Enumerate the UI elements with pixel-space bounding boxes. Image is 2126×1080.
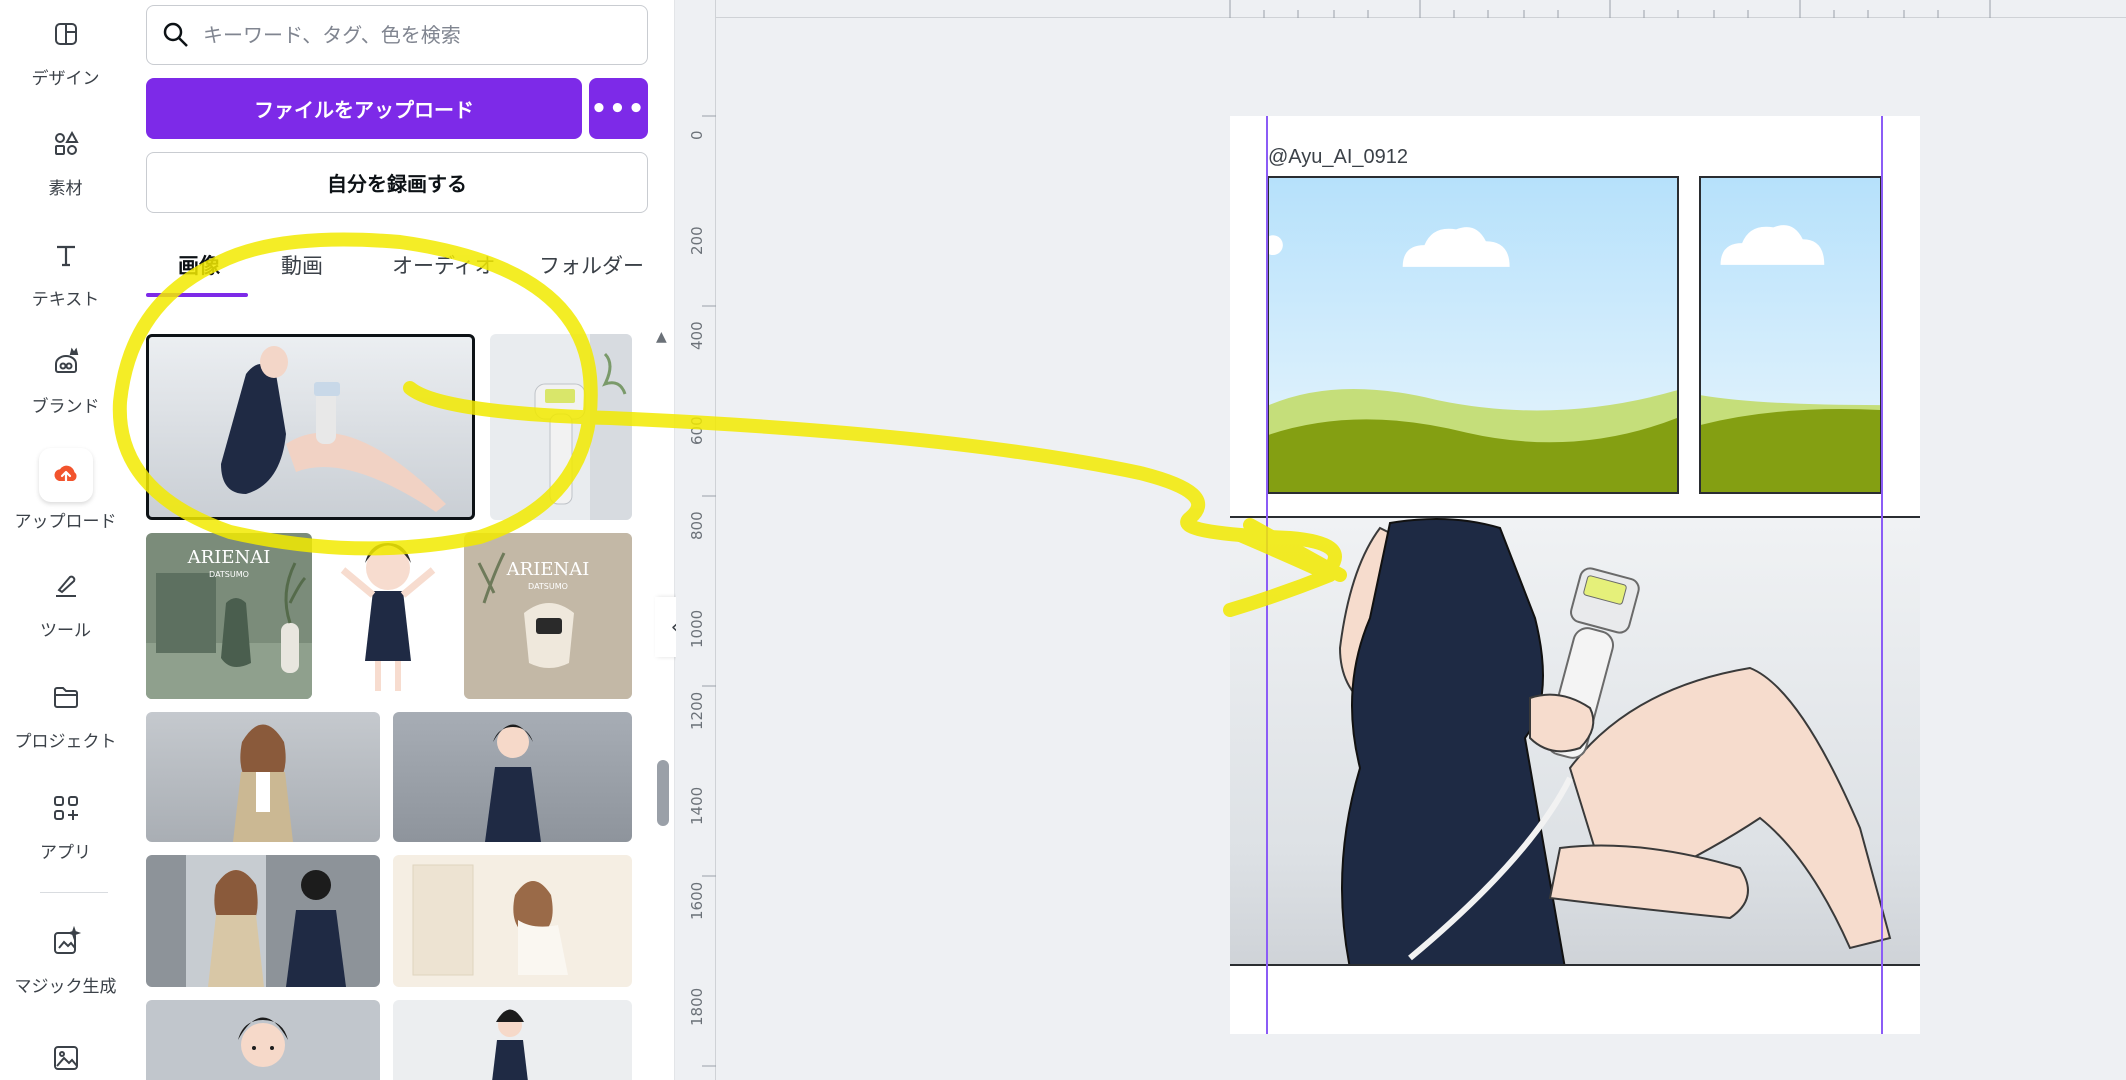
uploaded-image-thumbnail[interactable] [146,1000,380,1080]
uploaded-image-thumbnail[interactable] [393,1000,632,1080]
rail-item-projects[interactable]: プロジェクト [0,675,131,752]
comic-panel-landscape-small[interactable] [1699,176,1882,494]
active-tab-indicator [146,293,248,297]
rail-item-brand[interactable]: ブランド [0,340,131,417]
apps-icon [44,786,88,830]
rail-label: 素材 [48,179,83,199]
svg-text:ARIENAI: ARIENAI [187,547,271,568]
design-icon [44,12,88,56]
rail-divider [40,892,108,893]
rail-item-tools[interactable]: ツール [0,564,131,641]
more-options-button[interactable]: ••• [589,78,648,139]
uploaded-image-thumbnail[interactable]: ARIENAI DATSUMO [464,533,632,699]
vertical-ruler: 0 200 400 600 800 1000 1200 1400 1600 18… [676,0,716,1080]
rail-label: ブランド [31,397,100,417]
scroll-up-arrow-icon[interactable]: ▲ [656,330,670,344]
rail-item-design[interactable]: デザイン [0,12,131,89]
rail-label: プロジェクト [14,732,117,752]
rail-label: テキスト [31,290,100,310]
rail-label: アップロード [14,512,117,532]
text-icon [44,233,88,277]
elements-icon [44,122,88,166]
svg-text:DATSUMO: DATSUMO [528,582,568,591]
tab-folders[interactable]: フォルダー [539,250,644,280]
ruler-label: 800 [688,511,706,540]
rail-item-apps[interactable]: アプリ [0,786,131,863]
panel-border-line [1230,964,1920,966]
uploaded-image-thumbnail[interactable] [325,533,451,699]
ruler-label: 1600 [688,881,706,920]
ruler-label: 200 [688,226,706,255]
rail-label: アプリ [40,843,91,863]
uploaded-image-thumbnail[interactable] [490,334,632,520]
tab-videos[interactable]: 動画 [281,250,323,280]
ruler-label: 1200 [688,691,706,730]
rail-item-magic-generate[interactable]: マジック生成 [0,920,131,997]
image-icon [44,1036,88,1080]
svg-text:ARIENAI: ARIENAI [506,559,590,580]
credit-text[interactable]: @Ayu_AI_0912 [1268,146,1408,169]
rail-item-upload[interactable]: アップロード [0,448,131,532]
uploaded-image-thumbnail[interactable] [146,712,380,842]
comic-panel-landscape[interactable] [1267,176,1679,494]
rail-item-elements[interactable]: 素材 [0,122,131,199]
rail-label: マジック生成 [14,977,117,997]
search-input[interactable] [203,23,623,47]
panel-scrollbar[interactable] [657,760,669,826]
ruler-label: 1400 [688,786,706,825]
horizontal-ruler [714,0,2126,18]
upload-files-button[interactable]: ファイルをアップロード [146,78,582,139]
search-box[interactable] [146,5,648,65]
search-icon [163,22,188,47]
rail-item-text[interactable]: テキスト [0,233,131,310]
margin-guide-right [1881,116,1883,1034]
upload-icon [38,448,93,502]
tools-icon [44,564,88,608]
projects-icon [44,675,88,719]
brand-icon [44,340,88,384]
ruler-label: 1800 [688,987,706,1026]
rail-label: ツール [40,621,91,641]
svg-text:DATSUMO: DATSUMO [209,570,249,579]
comic-panel-character[interactable] [1230,518,1920,964]
margin-guide-left [1266,116,1268,1034]
uploaded-image-thumbnail[interactable] [393,855,632,987]
tab-images[interactable]: 画像 [178,250,220,280]
media-tabs: 画像 動画 オーディオ フォルダー [146,250,666,300]
rail-item-photos[interactable] [0,1036,131,1080]
record-yourself-button[interactable]: 自分を録画する [146,152,648,213]
left-rail: デザイン 素材 テキスト ブランド アップロード ツール プロジェクト アプリ … [0,0,131,1080]
rail-label: デザイン [31,69,100,89]
ruler-label: 0 [688,130,706,140]
magic-generate-icon [44,920,88,964]
ruler-label: 600 [688,416,706,445]
ruler-label: 400 [688,321,706,350]
design-page[interactable]: @Ayu_AI_0912 [1230,116,1920,1034]
tab-audio[interactable]: オーディオ [392,250,496,280]
uploaded-image-thumbnail[interactable] [146,855,380,987]
uploads-panel: ファイルをアップロード ••• 自分を録画する 画像 動画 オーディオ フォルダ… [131,0,675,1080]
uploaded-image-thumbnail[interactable] [393,712,632,842]
ruler-label: 1000 [688,609,706,648]
uploaded-image-thumbnail[interactable] [146,334,475,520]
uploaded-image-thumbnail[interactable]: ARIENAI DATSUMO [146,533,312,699]
